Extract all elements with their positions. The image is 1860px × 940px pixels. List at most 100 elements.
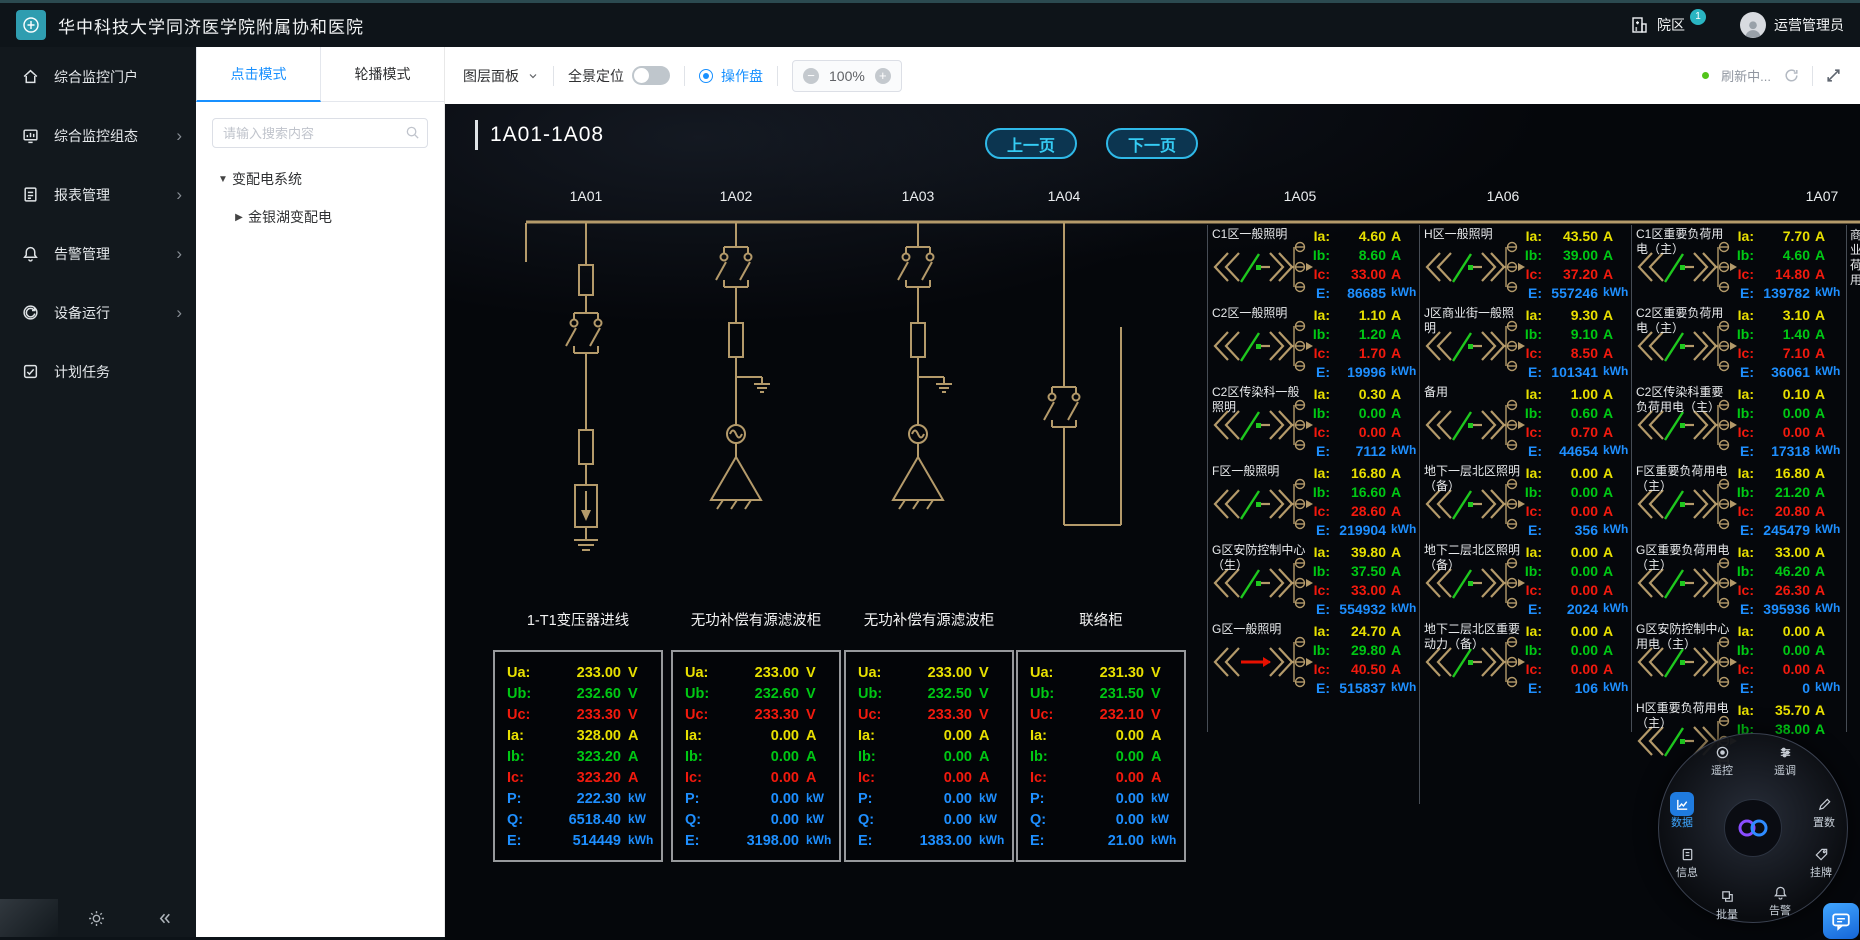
- system-tree: ▼变配电系统▶金银湖变配电: [196, 160, 444, 236]
- measurement-line: Ub:232.60V: [685, 686, 829, 707]
- radial-item-alarm[interactable]: 告警: [1760, 880, 1800, 918]
- measurement-line: Ic:33.00A: [1304, 582, 1418, 601]
- chat-button[interactable]: [1823, 903, 1859, 939]
- feeder-row: 地下二层北区照明（备） Ia:0.00AIb:0.00AIc:0.00AE:20…: [1421, 544, 1632, 623]
- mode-tabs: 点击模式轮播模式: [196, 47, 444, 102]
- panorama-toggle[interactable]: [632, 66, 670, 85]
- scada-canvas[interactable]: 1A01-1A08 上一页 下一页 1A011A021A031A041A051A…: [445, 104, 1860, 940]
- feeder-switch-symbol[interactable]: [1210, 241, 1314, 297]
- feeder-label: C2区传染科重要负荷用电（主）: [1636, 385, 1732, 415]
- sidebar-item-device[interactable]: 设备运行›: [0, 283, 196, 342]
- measurement-line: Ua:233.00V: [685, 665, 829, 686]
- operation-disc-radio[interactable]: 操作盘: [699, 66, 763, 86]
- zoom-control: − 100% +: [792, 60, 902, 92]
- measurement-line: Ib:8.60A: [1304, 247, 1418, 266]
- feeder-values: Ia:7.70AIb:4.60AIc:14.80AE:139782kWh: [1728, 228, 1842, 304]
- radial-item-data[interactable]: 数据: [1662, 792, 1702, 830]
- remote-adjust-icon: [1773, 740, 1797, 764]
- measurement-line: Ia:0.00A: [1516, 544, 1630, 563]
- collapse-sidebar-icon[interactable]: [156, 910, 173, 927]
- feeder-label: F区一般照明: [1212, 464, 1308, 479]
- feeder-values: Ia:43.50AIb:39.00AIc:37.20AE:557246kWh: [1516, 228, 1630, 304]
- fullscreen-icon[interactable]: [1825, 67, 1842, 84]
- search-icon: [405, 125, 420, 145]
- prev-page-button[interactable]: 上一页: [985, 128, 1077, 159]
- measurement-line: Ib:0.00A: [1304, 405, 1418, 424]
- feeder-row: F区一般照明 Ia:16.80AIb:16.60AIc:28.60AE:2199…: [1209, 465, 1420, 544]
- feeder-switch-symbol[interactable]: [1422, 241, 1526, 297]
- tab-carousel[interactable]: 轮播模式: [321, 47, 444, 102]
- theme-toggle-sun-icon[interactable]: [88, 910, 105, 927]
- sidebar-item-tasks[interactable]: 计划任务: [0, 342, 196, 401]
- measurement-line: Ia:7.70A: [1728, 228, 1842, 247]
- feeder-label: G区重要负荷用电（主）: [1636, 543, 1732, 573]
- chat-icon: [1831, 911, 1851, 931]
- tree-node-power-system[interactable]: ▼变配电系统: [196, 160, 444, 198]
- layer-panel-dropdown[interactable]: 图层面板: [463, 66, 539, 86]
- measurement-line: Ib:29.80A: [1304, 642, 1418, 661]
- measurement-line: Ic:0.00A: [1304, 424, 1418, 443]
- sidebar: 综合监控门户综合监控组态›报表管理›告警管理›设备运行›计划任务: [0, 47, 196, 937]
- bell-icon: [22, 245, 40, 262]
- column-header-1A02: 1A02: [720, 188, 753, 204]
- feeder-switch-symbol[interactable]: [1210, 320, 1314, 376]
- batch-icon: [1715, 884, 1739, 908]
- zoom-in-button[interactable]: +: [875, 68, 891, 84]
- feeder-row: G区安防控制中心用电（主） Ia:0.00AIb:0.00AIc:0.00AE:…: [1633, 623, 1844, 702]
- radial-item-tag[interactable]: 挂牌: [1801, 842, 1841, 880]
- column-header-1A04: 1A04: [1048, 188, 1081, 204]
- feeder-switch-symbol[interactable]: [1210, 478, 1314, 534]
- tree-node-jinyinhu[interactable]: ▶金银湖变配电: [196, 198, 444, 236]
- feeder-values: Ia:16.80AIb:21.20AIc:20.80AE:245479kWh: [1728, 465, 1842, 541]
- measurement-line: Ia:0.10A: [1728, 386, 1842, 405]
- sidebar-item-portal[interactable]: 综合监控门户: [0, 47, 196, 106]
- feeder-values: Ia:0.00AIb:0.00AIc:0.00AE:106kWh: [1516, 623, 1630, 699]
- feeder-row: J区商业街一般照明 Ia:9.30AIb:9.10AIc:8.50AE:1013…: [1421, 307, 1632, 386]
- measurement-line: Ua:233.00V: [507, 665, 651, 686]
- canvas-toolbar: 图层面板 全景定位 操作盘 − 100%: [445, 47, 1860, 104]
- measurement-line: Ua:231.30V: [1030, 665, 1174, 686]
- measurement-line: Ic:37.20A: [1516, 266, 1630, 285]
- measurement-line: Ia:9.30A: [1516, 307, 1630, 326]
- measurement-line: E:19996kWh: [1304, 364, 1418, 383]
- remote-control-icon: [1710, 740, 1734, 764]
- measurement-line: E:219904kWh: [1304, 522, 1418, 541]
- measurement-line: Ib:0.00A: [1030, 749, 1174, 770]
- search-input[interactable]: [212, 118, 428, 148]
- next-page-button[interactable]: 下一页: [1106, 128, 1198, 159]
- measurement-line: Ib:37.50A: [1304, 563, 1418, 582]
- radial-item-remote-adjust[interactable]: 遥调: [1765, 740, 1805, 778]
- zoom-out-button[interactable]: −: [803, 68, 819, 84]
- data-icon: [1670, 792, 1694, 816]
- measurement-line: Q:6518.40kW: [507, 812, 651, 833]
- bay-measurement-panel: Ua:233.00VUb:232.50VUc:233.30VIa:0.00AIb…: [844, 650, 1014, 862]
- measurement-line: E:0kWh: [1728, 680, 1842, 699]
- radial-item-batch[interactable]: 批量: [1707, 884, 1747, 922]
- radial-item-set-value[interactable]: 置数: [1804, 792, 1844, 830]
- feeder-values: Ia:0.10AIb:0.00AIc:0.00AE:17318kWh: [1728, 386, 1842, 462]
- measurement-line: Ic:0.00A: [1516, 661, 1630, 680]
- campus-selector[interactable]: 院区 1: [1629, 15, 1706, 35]
- user-menu[interactable]: 运营管理员: [1740, 12, 1844, 38]
- measurement-line: Uc:232.10V: [1030, 707, 1174, 728]
- brand-logo[interactable]: [1724, 799, 1782, 857]
- measurement-line: Ub:232.50V: [858, 686, 1002, 707]
- measurement-line: Ub:232.60V: [507, 686, 651, 707]
- tab-click[interactable]: 点击模式: [196, 47, 321, 102]
- radial-item-info[interactable]: 信息: [1667, 842, 1707, 880]
- feeder-values: Ia:0.30AIb:0.00AIc:0.00AE:7112kWh: [1304, 386, 1418, 462]
- task-icon: [22, 363, 40, 380]
- measurement-line: Ia:0.00A: [1516, 465, 1630, 484]
- sidebar-item-alarms[interactable]: 告警管理›: [0, 224, 196, 283]
- measurement-line: Ic:26.30A: [1728, 582, 1842, 601]
- sidebar-item-reports[interactable]: 报表管理›: [0, 165, 196, 224]
- feeder-switch-symbol[interactable]: [1210, 636, 1314, 692]
- measurement-line: Ia:33.00A: [1728, 544, 1842, 563]
- measurement-line: P:0.00kW: [685, 791, 829, 812]
- feeder-switch-symbol[interactable]: [1422, 399, 1526, 455]
- radial-item-remote-control[interactable]: 遥控: [1702, 740, 1742, 778]
- measurement-line: E:515837kWh: [1304, 680, 1418, 699]
- sidebar-item-config[interactable]: 综合监控组态›: [0, 106, 196, 165]
- refresh-icon[interactable]: [1783, 67, 1800, 84]
- divider: [777, 66, 778, 86]
